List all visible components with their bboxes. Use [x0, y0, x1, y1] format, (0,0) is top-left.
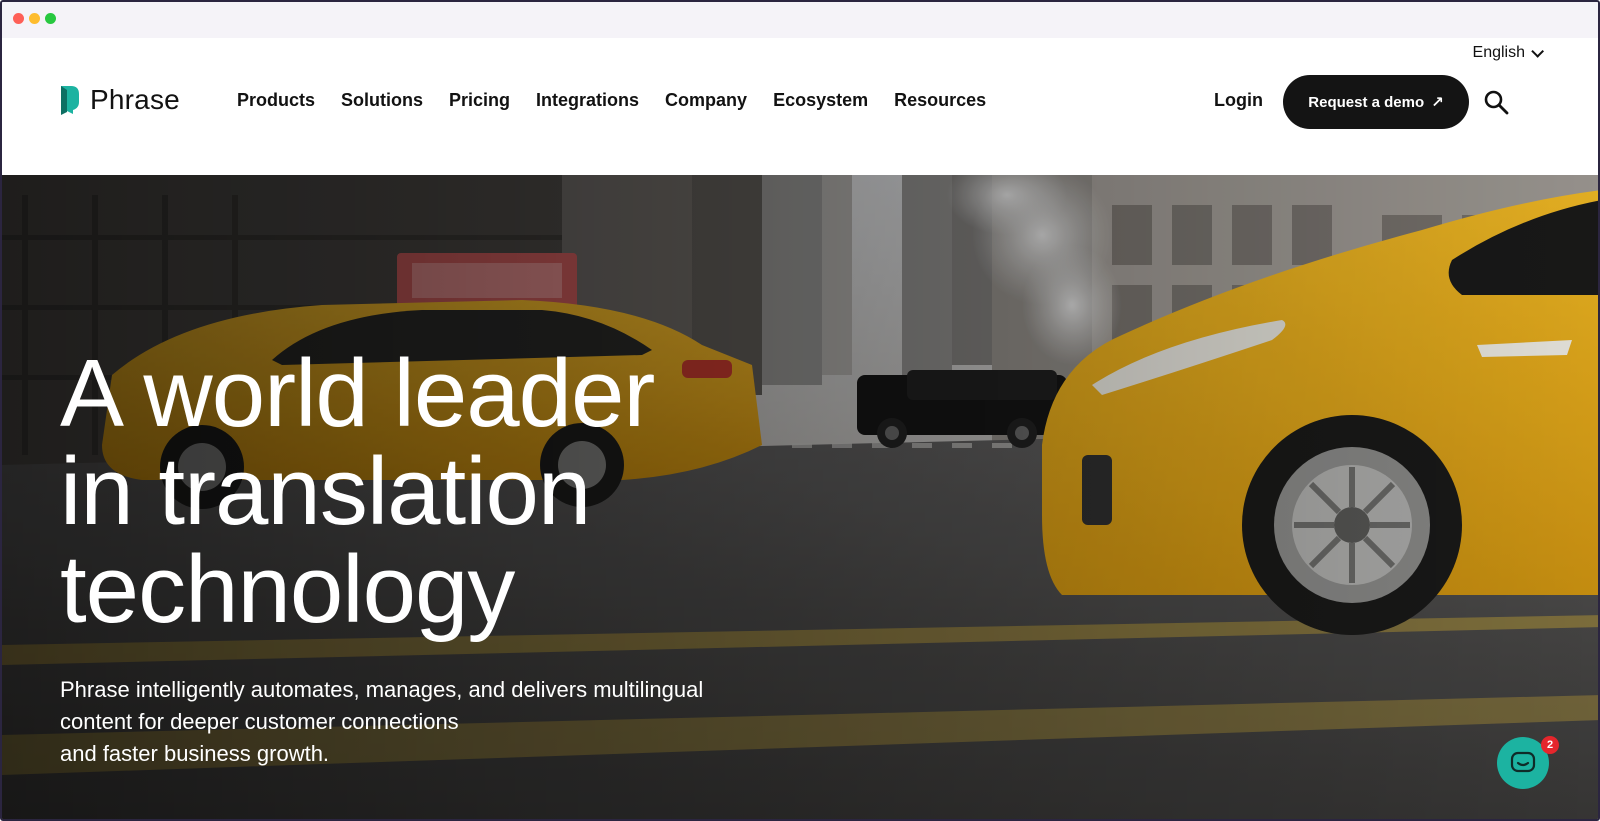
nav-company[interactable]: Company — [665, 90, 747, 111]
nav-solutions[interactable]: Solutions — [341, 90, 423, 111]
subtext-line: Phrase intelligently automates, manages,… — [60, 677, 704, 702]
phrase-logo-icon — [61, 86, 79, 115]
request-demo-button[interactable]: Request a demo ↗ — [1283, 75, 1469, 129]
nav-pricing[interactable]: Pricing — [449, 90, 510, 111]
hero-headline: A world leader in translation technology — [60, 345, 780, 639]
headline-line: A world leader — [60, 340, 655, 447]
search-icon[interactable] — [1483, 89, 1509, 115]
nav-ecosystem[interactable]: Ecosystem — [773, 90, 868, 111]
browser-window: English Phrase Products Solutions Pricin… — [0, 0, 1600, 821]
chat-notification-badge: 2 — [1541, 736, 1559, 754]
nav-resources[interactable]: Resources — [894, 90, 986, 111]
headline-line: in translation — [60, 438, 591, 545]
login-link[interactable]: Login — [1214, 90, 1263, 111]
hero-subtext: Phrase intelligently automates, manages,… — [60, 674, 780, 770]
minimize-window-dot[interactable] — [29, 13, 40, 24]
subtext-line: and faster business growth. — [60, 741, 330, 766]
nav-products[interactable]: Products — [237, 90, 315, 111]
language-selector[interactable]: English — [1472, 44, 1544, 62]
browser-chrome — [2, 2, 1598, 38]
phrase-logo[interactable]: Phrase — [59, 84, 180, 116]
headline-line: technology — [60, 536, 515, 643]
close-window-dot[interactable] — [13, 13, 24, 24]
language-label: English — [1472, 44, 1525, 61]
hero-section: A world leader in translation technology… — [2, 175, 1598, 819]
subtext-line: content for deeper customer connections — [60, 709, 459, 734]
request-demo-label: Request a demo — [1308, 93, 1425, 111]
chat-icon — [1510, 751, 1536, 773]
site-header: English Phrase Products Solutions Pricin… — [2, 38, 1598, 175]
maximize-window-dot[interactable] — [45, 13, 56, 24]
chevron-down-icon — [1531, 44, 1544, 58]
logo-wordmark: Phrase — [90, 84, 180, 115]
external-arrow-icon: ↗ — [1431, 94, 1444, 111]
nav-integrations[interactable]: Integrations — [536, 90, 639, 111]
main-nav: Products Solutions Pricing Integrations … — [237, 90, 986, 111]
